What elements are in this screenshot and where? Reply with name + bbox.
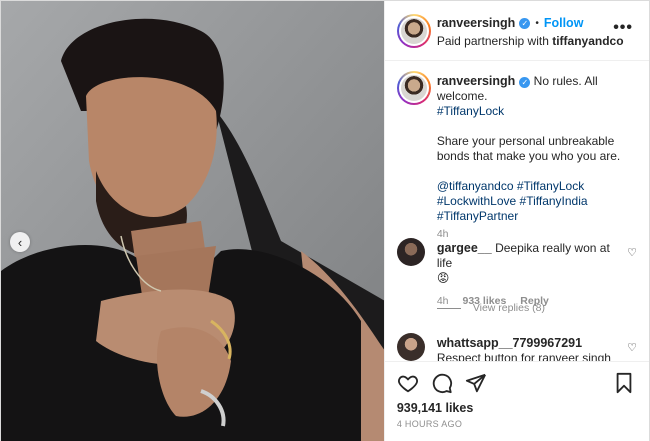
post-photo[interactable]: ‹ (1, 1, 384, 441)
post-header: ranveersingh ✓ • Follow Paid partnership… (384, 1, 649, 61)
carousel-previous-button[interactable]: ‹ (10, 232, 30, 252)
chevron-left-icon: ‹ (17, 234, 23, 250)
follow-button[interactable]: Follow (544, 16, 584, 30)
comment-bubble-icon[interactable] (431, 372, 453, 394)
comment-like-heart-icon[interactable]: ♡ (627, 246, 637, 259)
post-caption: ranveersingh ✓ No rules. All welcome. #Ti… (437, 74, 637, 242)
caption-tags-line-2[interactable]: #LockwithLove #TiffanyIndia (437, 194, 637, 209)
comment-username[interactable]: gargee__ (437, 241, 492, 255)
view-replies-button[interactable]: View replies (8) (436, 302, 545, 314)
posted-time: 4 HOURS AGO (396, 419, 463, 429)
photo-illustration (1, 1, 384, 441)
caption-username[interactable]: ranveersingh (437, 74, 516, 88)
instagram-post: ‹ ranveersingh ✓ • Follow Paid partnersh… (0, 0, 650, 441)
comment-username[interactable]: whattsapp__7799967291 (437, 336, 582, 350)
caption-time: 4h (436, 228, 449, 240)
comment-avatar[interactable] (396, 238, 425, 266)
likes-count[interactable]: 939,141 likes (397, 401, 473, 415)
paid-partnership-prefix: Paid partnership with (436, 34, 553, 48)
author-row: ranveersingh ✓ • Follow (437, 16, 584, 30)
view-replies-label: View replies (8) (472, 302, 545, 314)
caption-tags-line-3[interactable]: #TiffanyPartner (437, 209, 637, 224)
hashtag-link[interactable]: #TiffanyLock (437, 104, 504, 118)
share-send-icon[interactable] (465, 372, 487, 394)
bookmark-save-icon[interactable] (613, 372, 635, 394)
author-username[interactable]: ranveersingh (437, 16, 516, 30)
post-actions: 939,141 likes 4 HOURS AGO (384, 361, 649, 441)
caption-paragraph: Share your personal unbreakable bonds th… (436, 134, 621, 163)
verified-badge-icon: ✓ (519, 17, 531, 29)
comment-emoji: 😡 (436, 271, 450, 285)
post-sidebar: ranveersingh ✓ • Follow Paid partnership… (383, 1, 649, 441)
more-horizontal-icon[interactable]: ••• (613, 19, 633, 37)
comment-body: gargee__ Deepika really won at life 😡 4h… (437, 241, 622, 309)
replies-line-divider (436, 307, 461, 309)
comment-avatar[interactable] (396, 333, 425, 361)
caption-avatar[interactable] (396, 71, 431, 105)
action-icons (397, 372, 487, 394)
comment-like-heart-icon[interactable]: ♡ (627, 341, 637, 354)
caption-tags-line-1[interactable]: @tiffanyandco #TiffanyLock (437, 179, 637, 194)
verified-badge-icon: ✓ (519, 77, 531, 88)
separator-dot: • (535, 17, 539, 29)
paid-partnership-label: Paid partnership with tiffanyandco (437, 34, 624, 48)
like-heart-icon[interactable] (397, 372, 419, 394)
author-avatar[interactable] (396, 14, 431, 48)
